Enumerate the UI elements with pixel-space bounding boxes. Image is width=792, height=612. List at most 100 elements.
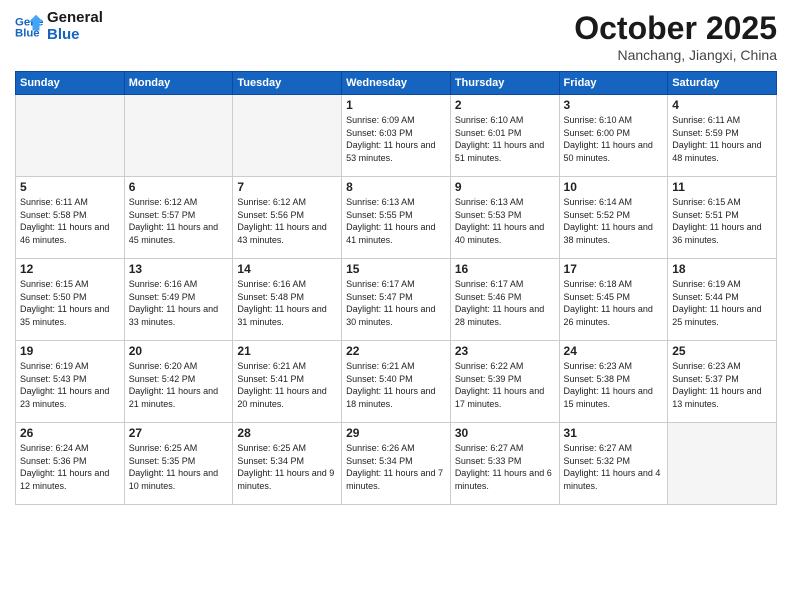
day-number: 19 xyxy=(20,344,120,358)
table-row: 2Sunrise: 6:10 AMSunset: 6:01 PMDaylight… xyxy=(450,95,559,177)
day-info: Sunrise: 6:23 AMSunset: 5:38 PMDaylight:… xyxy=(564,360,664,410)
day-info: Sunrise: 6:23 AMSunset: 5:37 PMDaylight:… xyxy=(672,360,772,410)
table-row xyxy=(16,95,125,177)
table-row: 18Sunrise: 6:19 AMSunset: 5:44 PMDayligh… xyxy=(668,259,777,341)
day-number: 8 xyxy=(346,180,446,194)
day-number: 12 xyxy=(20,262,120,276)
table-row: 27Sunrise: 6:25 AMSunset: 5:35 PMDayligh… xyxy=(124,423,233,505)
day-number: 16 xyxy=(455,262,555,276)
day-number: 26 xyxy=(20,426,120,440)
day-info: Sunrise: 6:17 AMSunset: 5:47 PMDaylight:… xyxy=(346,278,446,328)
calendar-week-row: 26 Sunrise: 6:24 AMSunset: 5:36 PMDayligh… xyxy=(16,423,777,505)
day-number: 22 xyxy=(346,344,446,358)
day-number: 25 xyxy=(672,344,772,358)
day-number: 13 xyxy=(129,262,229,276)
table-row: 1 Sunrise: 6:09 AMSunset: 6:03 PMDaylight… xyxy=(342,95,451,177)
day-info: Sunrise: 6:26 AMSunset: 5:34 PMDaylight:… xyxy=(346,442,446,492)
calendar-table: Sunday Monday Tuesday Wednesday Thursday… xyxy=(15,71,777,505)
day-number: 2 xyxy=(455,98,555,112)
table-row: 11 Sunrise: 6:15 AMSunset: 5:51 PMDayligh… xyxy=(668,177,777,259)
day-info: Sunrise: 6:09 AMSunset: 6:03 PMDaylight:… xyxy=(346,114,446,164)
table-row: 22 Sunrise: 6:21 AMSunset: 5:40 PMDayligh… xyxy=(342,341,451,423)
col-sunday: Sunday xyxy=(16,72,125,95)
page: General Blue General Blue October 2025 N… xyxy=(0,0,792,612)
table-row: 25 Sunrise: 6:23 AMSunset: 5:37 PMDayligh… xyxy=(668,341,777,423)
table-row: 8 Sunrise: 6:13 AMSunset: 5:55 PMDaylight… xyxy=(342,177,451,259)
col-monday: Monday xyxy=(124,72,233,95)
day-number: 14 xyxy=(237,262,337,276)
day-info: Sunrise: 6:27 AMSunset: 5:33 PMDaylight:… xyxy=(455,442,555,492)
day-info: Sunrise: 6:27 AMSunset: 5:32 PMDaylight:… xyxy=(564,442,664,492)
day-number: 21 xyxy=(237,344,337,358)
table-row: 5 Sunrise: 6:11 AMSunset: 5:58 PMDaylight… xyxy=(16,177,125,259)
day-number: 17 xyxy=(564,262,664,276)
table-row: 9 Sunrise: 6:13 AMSunset: 5:53 PMDaylight… xyxy=(450,177,559,259)
day-info: Sunrise: 6:12 AMSunset: 5:56 PMDaylight:… xyxy=(237,196,337,246)
table-row: 4Sunrise: 6:11 AMSunset: 5:59 PMDaylight… xyxy=(668,95,777,177)
table-row: 14 Sunrise: 6:16 AMSunset: 5:48 PMDayligh… xyxy=(233,259,342,341)
day-info: Sunrise: 6:19 AMSunset: 5:44 PMDaylight:… xyxy=(672,278,772,328)
day-info: Sunrise: 6:16 AMSunset: 5:48 PMDaylight:… xyxy=(237,278,337,328)
day-info: Sunrise: 6:25 AMSunset: 5:34 PMDaylight:… xyxy=(237,442,337,492)
table-row: 12 Sunrise: 6:15 AMSunset: 5:50 PMDayligh… xyxy=(16,259,125,341)
day-info: Sunrise: 6:25 AMSunset: 5:35 PMDaylight:… xyxy=(129,442,229,492)
day-number: 11 xyxy=(672,180,772,194)
day-number: 29 xyxy=(346,426,446,440)
col-friday: Friday xyxy=(559,72,668,95)
day-info: Sunrise: 6:22 AMSunset: 5:39 PMDaylight:… xyxy=(455,360,555,410)
table-row: 24 Sunrise: 6:23 AMSunset: 5:38 PMDayligh… xyxy=(559,341,668,423)
day-info: Sunrise: 6:24 AMSunset: 5:36 PMDaylight:… xyxy=(20,442,120,492)
table-row: 20 Sunrise: 6:20 AMSunset: 5:42 PMDayligh… xyxy=(124,341,233,423)
day-info: Sunrise: 6:14 AMSunset: 5:52 PMDaylight:… xyxy=(564,196,664,246)
day-info: Sunrise: 6:12 AMSunset: 5:57 PMDaylight:… xyxy=(129,196,229,246)
calendar-week-row: 1 Sunrise: 6:09 AMSunset: 6:03 PMDaylight… xyxy=(16,95,777,177)
table-row: 19Sunrise: 6:19 AMSunset: 5:43 PMDayligh… xyxy=(16,341,125,423)
day-number: 3 xyxy=(564,98,664,112)
logo-general: General xyxy=(47,10,103,27)
day-number: 24 xyxy=(564,344,664,358)
day-info: Sunrise: 6:15 AMSunset: 5:51 PMDaylight:… xyxy=(672,196,772,246)
day-info: Sunrise: 6:15 AMSunset: 5:50 PMDaylight:… xyxy=(20,278,120,328)
day-info: Sunrise: 6:21 AMSunset: 5:40 PMDaylight:… xyxy=(346,360,446,410)
day-number: 10 xyxy=(564,180,664,194)
table-row: 17Sunrise: 6:18 AMSunset: 5:45 PMDayligh… xyxy=(559,259,668,341)
day-number: 31 xyxy=(564,426,664,440)
table-row: 15 Sunrise: 6:17 AMSunset: 5:47 PMDayligh… xyxy=(342,259,451,341)
day-number: 6 xyxy=(129,180,229,194)
table-row: 7 Sunrise: 6:12 AMSunset: 5:56 PMDaylight… xyxy=(233,177,342,259)
day-number: 5 xyxy=(20,180,120,194)
table-row: 21Sunrise: 6:21 AMSunset: 5:41 PMDayligh… xyxy=(233,341,342,423)
calendar-week-row: 19Sunrise: 6:19 AMSunset: 5:43 PMDayligh… xyxy=(16,341,777,423)
day-info: Sunrise: 6:20 AMSunset: 5:42 PMDaylight:… xyxy=(129,360,229,410)
table-row xyxy=(124,95,233,177)
table-row: 30Sunrise: 6:27 AMSunset: 5:33 PMDayligh… xyxy=(450,423,559,505)
calendar-header-row: Sunday Monday Tuesday Wednesday Thursday… xyxy=(16,72,777,95)
day-info: Sunrise: 6:11 AMSunset: 5:58 PMDaylight:… xyxy=(20,196,120,246)
table-row xyxy=(668,423,777,505)
day-info: Sunrise: 6:13 AMSunset: 5:53 PMDaylight:… xyxy=(455,196,555,246)
day-info: Sunrise: 6:16 AMSunset: 5:49 PMDaylight:… xyxy=(129,278,229,328)
col-wednesday: Wednesday xyxy=(342,72,451,95)
logo-blue: Blue xyxy=(47,27,103,44)
table-row: 10 Sunrise: 6:14 AMSunset: 5:52 PMDayligh… xyxy=(559,177,668,259)
table-row: 31 Sunrise: 6:27 AMSunset: 5:32 PMDayligh… xyxy=(559,423,668,505)
day-info: Sunrise: 6:13 AMSunset: 5:55 PMDaylight:… xyxy=(346,196,446,246)
table-row: 26 Sunrise: 6:24 AMSunset: 5:36 PMDayligh… xyxy=(16,423,125,505)
table-row: 13 Sunrise: 6:16 AMSunset: 5:49 PMDayligh… xyxy=(124,259,233,341)
day-number: 1 xyxy=(346,98,446,112)
col-saturday: Saturday xyxy=(668,72,777,95)
day-info: Sunrise: 6:10 AMSunset: 6:00 PMDaylight:… xyxy=(564,114,664,164)
day-number: 7 xyxy=(237,180,337,194)
table-row: 16 Sunrise: 6:17 AMSunset: 5:46 PMDayligh… xyxy=(450,259,559,341)
day-info: Sunrise: 6:17 AMSunset: 5:46 PMDaylight:… xyxy=(455,278,555,328)
day-number: 20 xyxy=(129,344,229,358)
col-tuesday: Tuesday xyxy=(233,72,342,95)
month-title: October 2025 xyxy=(574,10,777,47)
day-number: 15 xyxy=(346,262,446,276)
table-row: 3 Sunrise: 6:10 AMSunset: 6:00 PMDaylight… xyxy=(559,95,668,177)
day-number: 9 xyxy=(455,180,555,194)
logo: General Blue General Blue xyxy=(15,10,103,43)
day-number: 23 xyxy=(455,344,555,358)
table-row: 29 Sunrise: 6:26 AMSunset: 5:34 PMDayligh… xyxy=(342,423,451,505)
day-info: Sunrise: 6:11 AMSunset: 5:59 PMDaylight:… xyxy=(672,114,772,164)
